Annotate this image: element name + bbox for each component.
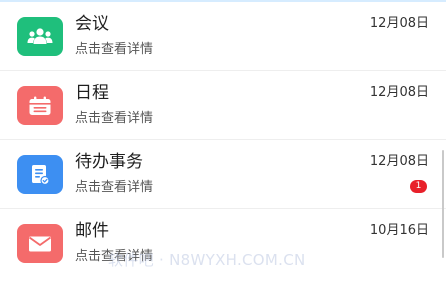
list-item-schedule[interactable]: 日程 点击查看详情 12月08日 [0, 71, 446, 140]
item-title: 邮件 [75, 221, 109, 241]
item-subtitle: 点击查看详情 [75, 111, 154, 126]
mail-icon [17, 224, 63, 263]
notification-list: 会议 点击查看详情 12月08日 日程 点击查看详情 12月08日 待办事务 点… [0, 2, 446, 279]
list-item-meeting[interactable]: 会议 点击查看详情 12月08日 [0, 2, 446, 71]
item-subtitle: 点击查看详情 [75, 42, 154, 57]
item-date: 12月08日 [369, 85, 429, 100]
item-date: 12月08日 [369, 16, 429, 31]
item-date: 10月16日 [369, 223, 429, 238]
list-item-todo[interactable]: 待办事务 点击查看详情 12月08日 1 [0, 140, 446, 209]
calendar-icon [17, 86, 63, 125]
item-title: 日程 [75, 83, 109, 103]
people-group-icon [17, 17, 63, 56]
unread-badge: 1 [410, 180, 427, 193]
scrollbar[interactable] [442, 150, 444, 258]
item-title: 待办事务 [75, 152, 143, 172]
todo-document-icon [17, 155, 63, 194]
item-date: 12月08日 [369, 154, 429, 169]
item-subtitle: 点击查看详情 [75, 249, 154, 264]
item-title: 会议 [75, 14, 109, 34]
list-item-mail[interactable]: 邮件 点击查看详情 10月16日 [0, 209, 446, 279]
item-subtitle: 点击查看详情 [75, 180, 154, 195]
